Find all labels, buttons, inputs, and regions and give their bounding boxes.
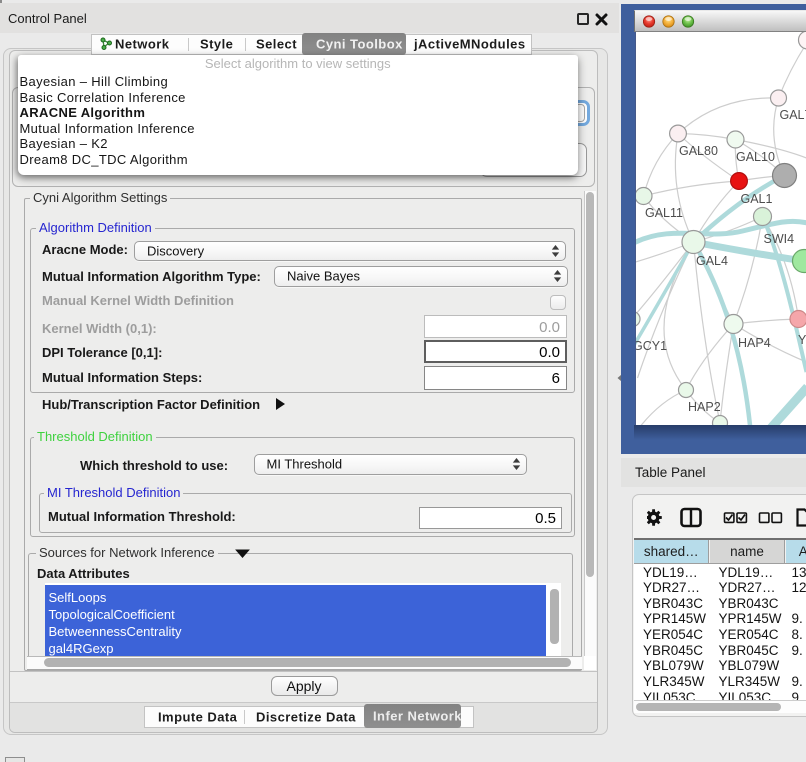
svg-text:GAL7: GAL7	[779, 108, 806, 122]
svg-text:SWI4: SWI4	[763, 232, 794, 246]
svg-text:HAP4: HAP4	[738, 336, 771, 350]
svg-text:GAL4: GAL4	[696, 254, 728, 268]
svg-text:GCY1: GCY1	[636, 339, 667, 353]
svg-text:HAP2: HAP2	[688, 400, 721, 414]
svg-text:GAL80: GAL80	[679, 144, 718, 158]
svg-text:GAL10: GAL10	[736, 150, 775, 164]
svg-text:YM: YM	[798, 333, 806, 347]
svg-text:GAL11: GAL11	[645, 206, 683, 220]
svg-text:GAL1: GAL1	[740, 192, 772, 206]
